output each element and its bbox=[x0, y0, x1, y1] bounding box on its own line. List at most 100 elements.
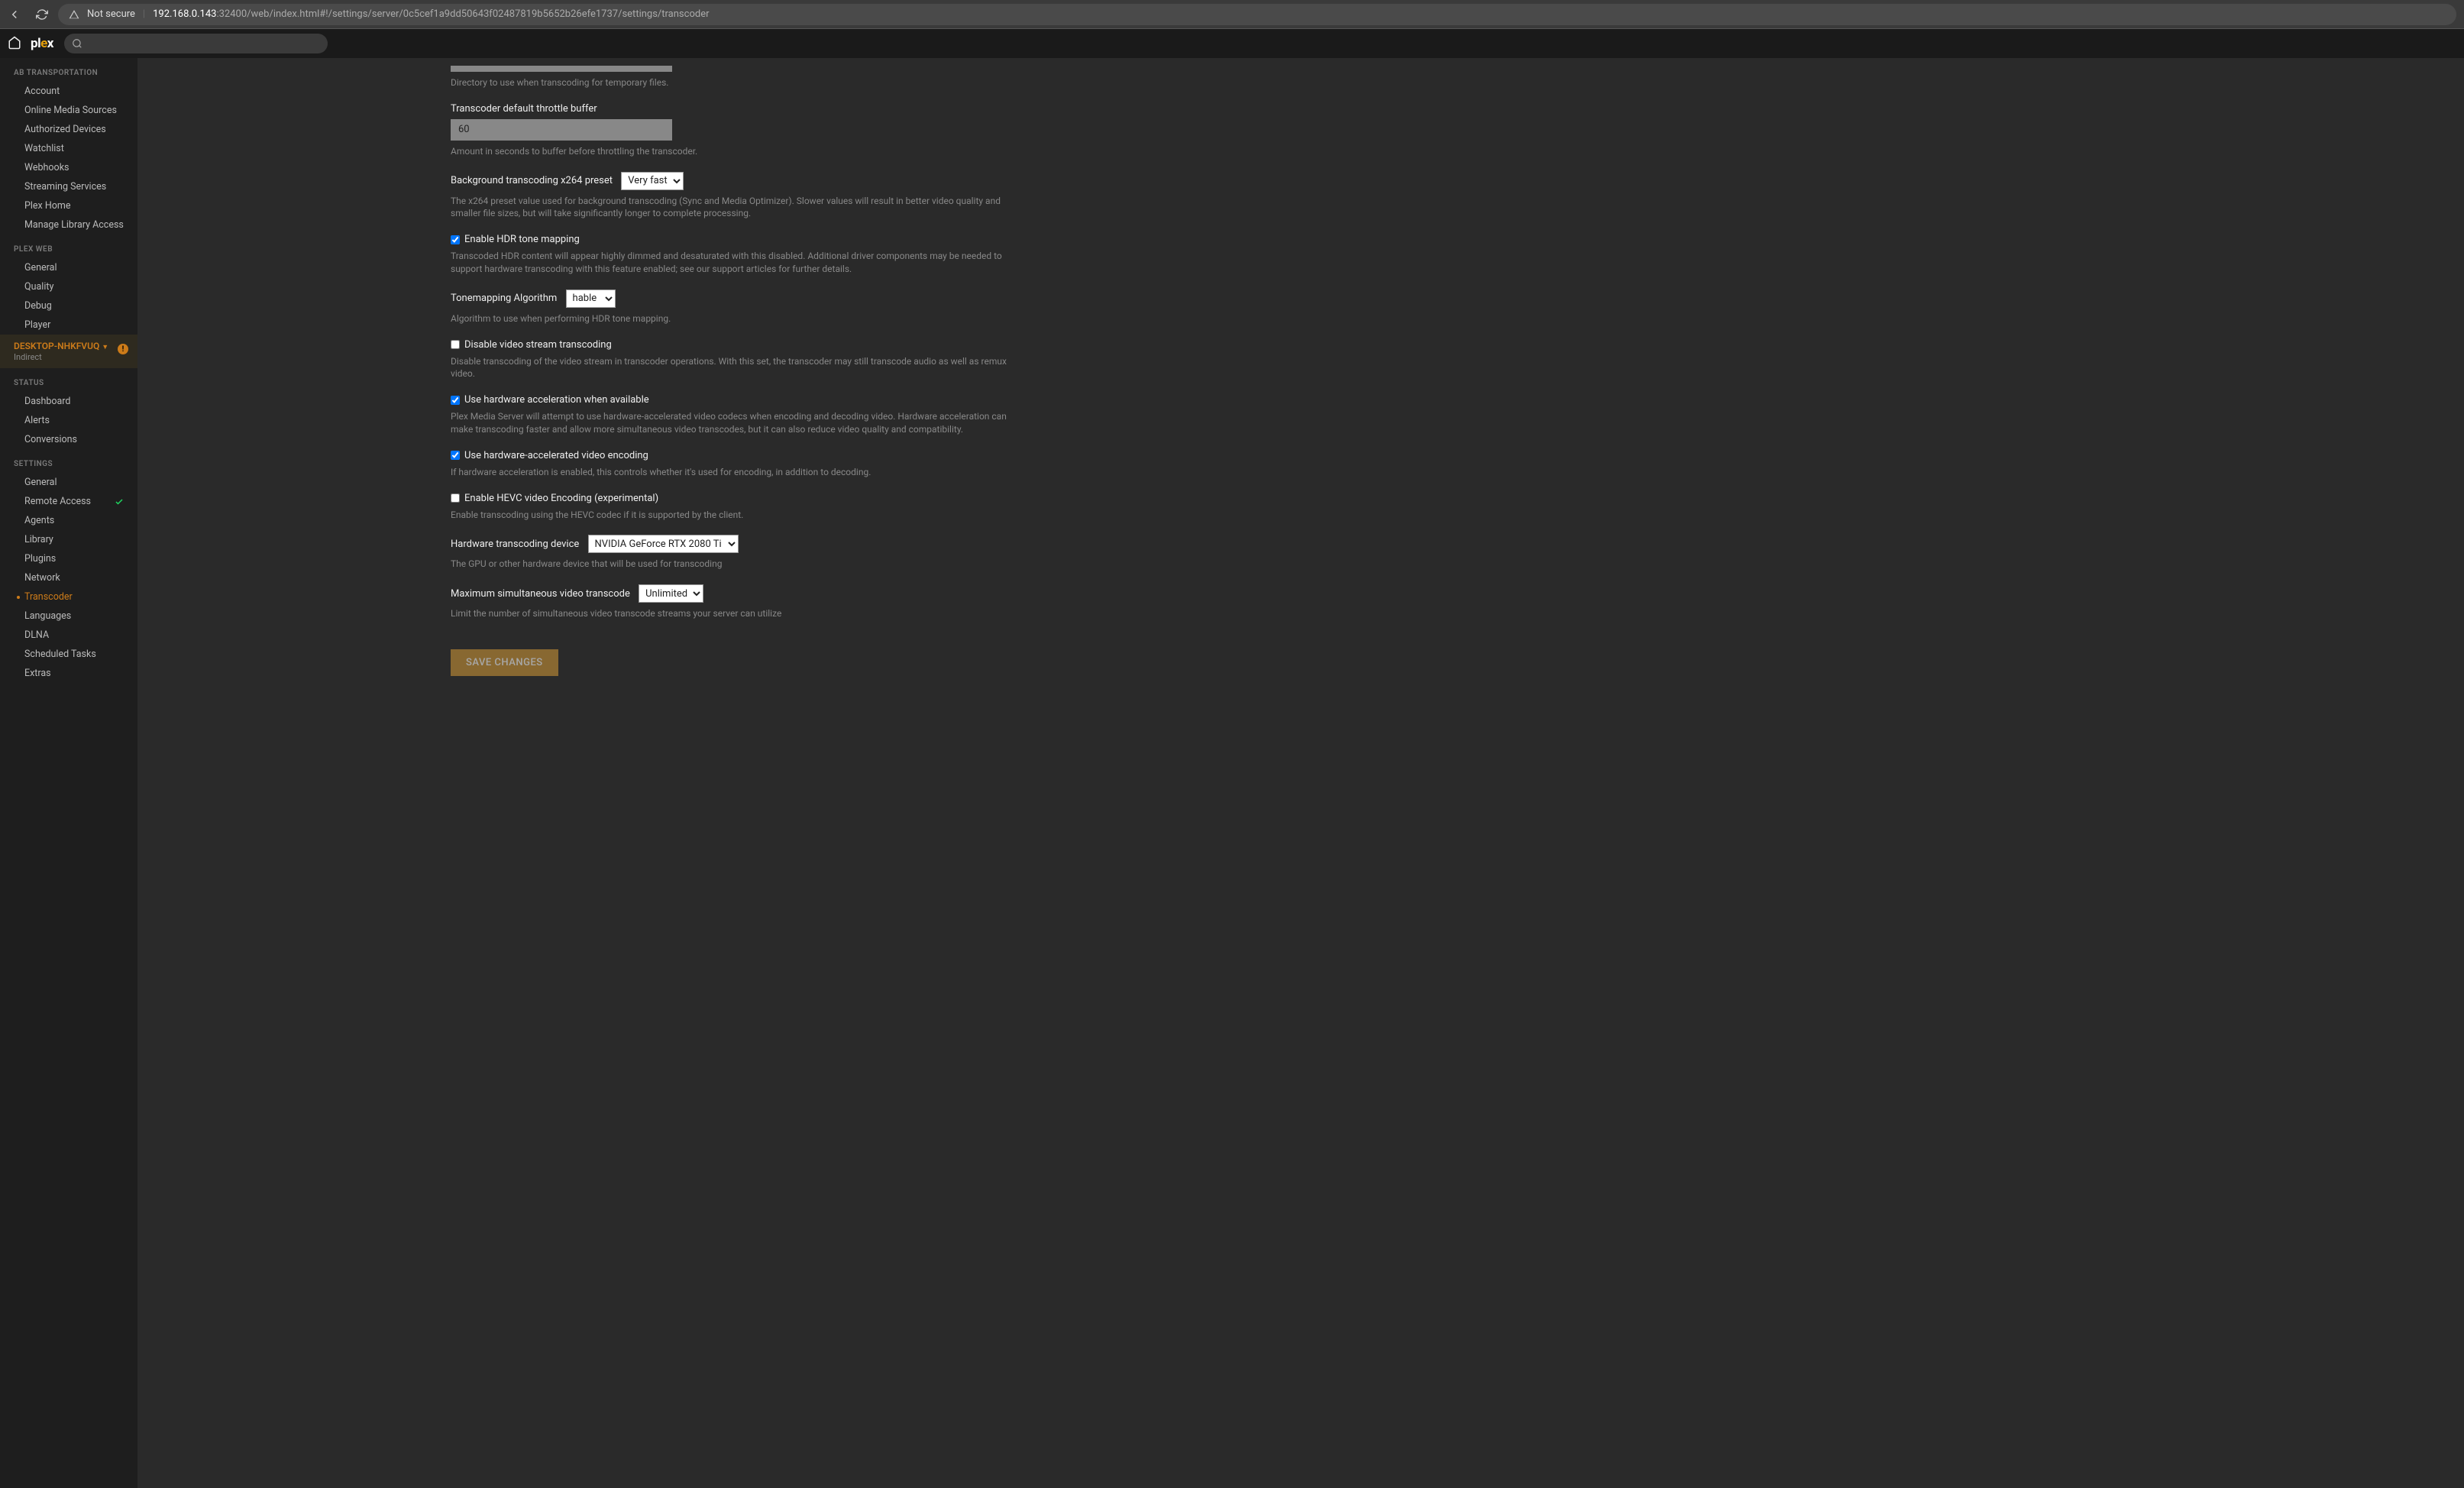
help-text: Algorithm to use when performing HDR ton… bbox=[451, 312, 1023, 325]
url-text: 192.168.0.143:32400/web/index.html#!/set… bbox=[153, 8, 709, 20]
sidebar-item-label: Languages bbox=[24, 610, 71, 622]
tonemap-select[interactable]: hable bbox=[566, 290, 616, 308]
sidebar-item[interactable]: Account bbox=[0, 82, 137, 101]
hw-encode-checkbox[interactable] bbox=[451, 451, 460, 460]
warning-badge-icon: ! bbox=[118, 344, 128, 354]
sidebar-item-label: General bbox=[24, 262, 57, 273]
hdr-label[interactable]: Enable HDR tone mapping bbox=[464, 234, 580, 245]
sidebar: AB TRANSPORTATION AccountOnline Media So… bbox=[0, 58, 137, 1488]
disable-video-label[interactable]: Disable video stream transcoding bbox=[464, 339, 612, 351]
sidebar-item[interactable]: Network bbox=[0, 568, 137, 587]
help-text: The x264 preset value used for backgroun… bbox=[451, 195, 1023, 221]
hevc-label[interactable]: Enable HEVC video Encoding (experimental… bbox=[464, 493, 658, 504]
sidebar-item[interactable]: Languages bbox=[0, 607, 137, 626]
sidebar-item[interactable]: Dashboard bbox=[0, 392, 137, 411]
sidebar-item[interactable]: Authorized Devices bbox=[0, 120, 137, 139]
check-icon bbox=[115, 497, 124, 506]
back-icon[interactable] bbox=[8, 8, 21, 21]
throttle-label: Transcoder default throttle buffer bbox=[451, 103, 1023, 115]
sidebar-item[interactable]: General bbox=[0, 473, 137, 492]
sidebar-item-label: Dashboard bbox=[24, 396, 70, 407]
sidebar-item-label: Conversions bbox=[24, 434, 77, 445]
app-header: plex bbox=[0, 29, 2464, 58]
sidebar-item-label: Plex Home bbox=[24, 200, 71, 212]
sidebar-item[interactable]: Plex Home bbox=[0, 196, 137, 215]
hdr-checkbox[interactable] bbox=[451, 235, 460, 244]
temp-dir-input[interactable] bbox=[451, 66, 672, 72]
disable-video-checkbox[interactable] bbox=[451, 340, 460, 349]
help-text: Enable transcoding using the HEVC codec … bbox=[451, 509, 1023, 522]
sidebar-section-header: PLEX WEB bbox=[0, 235, 137, 258]
sidebar-item-label: Quality bbox=[24, 281, 53, 293]
search-input[interactable] bbox=[64, 34, 328, 53]
sidebar-item-label: Streaming Services bbox=[24, 181, 106, 192]
sidebar-item-label: Manage Library Access bbox=[24, 219, 124, 231]
browser-toolbar: Not secure | 192.168.0.143:32400/web/ind… bbox=[0, 0, 2464, 29]
search-icon bbox=[72, 38, 82, 49]
sidebar-item[interactable]: Remote Access bbox=[0, 492, 137, 511]
sidebar-item-label: Webhooks bbox=[24, 162, 69, 173]
sidebar-item[interactable]: Player bbox=[0, 315, 137, 335]
sidebar-item-label: Authorized Devices bbox=[24, 124, 106, 135]
sidebar-server-item[interactable]: DESKTOP-NHKFVUQ▼ Indirect ! bbox=[0, 335, 137, 368]
help-text: If hardware acceleration is enabled, thi… bbox=[451, 466, 1023, 479]
sidebar-item[interactable]: Alerts bbox=[0, 411, 137, 430]
hw-accel-label[interactable]: Use hardware acceleration when available bbox=[464, 394, 649, 406]
plex-logo[interactable]: plex bbox=[31, 36, 53, 51]
throttle-input[interactable] bbox=[451, 119, 672, 141]
save-changes-button[interactable]: SAVE CHANGES bbox=[451, 649, 558, 676]
sidebar-section-header: STATUS bbox=[0, 368, 137, 392]
sidebar-item[interactable]: Library bbox=[0, 530, 137, 549]
sidebar-item-label: General bbox=[24, 477, 57, 488]
hw-encode-label[interactable]: Use hardware-accelerated video encoding bbox=[464, 450, 648, 461]
sidebar-item[interactable]: Scheduled Tasks bbox=[0, 645, 137, 664]
url-bar[interactable]: Not secure | 192.168.0.143:32400/web/ind… bbox=[58, 4, 2456, 25]
sidebar-item-label: Account bbox=[24, 86, 60, 97]
sidebar-item[interactable]: Quality bbox=[0, 277, 137, 296]
sidebar-item[interactable]: Conversions bbox=[0, 430, 137, 449]
help-text: Limit the number of simultaneous video t… bbox=[451, 607, 1023, 620]
reload-icon[interactable] bbox=[35, 8, 49, 21]
sidebar-item-label: DLNA bbox=[24, 629, 49, 641]
sidebar-item-label: Transcoder bbox=[24, 591, 73, 603]
sidebar-item-label: Alerts bbox=[24, 415, 50, 426]
sidebar-item-label: Player bbox=[24, 319, 50, 331]
warning-icon bbox=[69, 9, 79, 20]
tonemap-label: Tonemapping Algorithm bbox=[451, 293, 557, 304]
bg-preset-select[interactable]: Very fast bbox=[621, 172, 684, 190]
hw-device-select[interactable]: NVIDIA GeForce RTX 2080 Ti bbox=[588, 535, 739, 553]
sidebar-section-header: SETTINGS bbox=[0, 449, 137, 473]
max-transcode-label: Maximum simultaneous video transcode bbox=[451, 588, 630, 600]
sidebar-item[interactable]: DLNA bbox=[0, 626, 137, 645]
hw-device-label: Hardware transcoding device bbox=[451, 539, 579, 550]
sidebar-item[interactable]: Plugins bbox=[0, 549, 137, 568]
home-icon[interactable] bbox=[8, 36, 23, 51]
sidebar-item-label: Online Media Sources bbox=[24, 105, 117, 116]
sidebar-item-label: Debug bbox=[24, 300, 52, 312]
sidebar-item-label: Network bbox=[24, 572, 60, 584]
hevc-checkbox[interactable] bbox=[451, 493, 460, 503]
help-text: Transcoded HDR content will appear highl… bbox=[451, 250, 1023, 276]
sidebar-item[interactable]: Online Media Sources bbox=[0, 101, 137, 120]
max-transcode-select[interactable]: Unlimited bbox=[639, 584, 703, 603]
sidebar-item[interactable]: Transcoder bbox=[0, 587, 137, 607]
sidebar-item[interactable]: Watchlist bbox=[0, 139, 137, 158]
sidebar-item[interactable]: Streaming Services bbox=[0, 177, 137, 196]
help-text: Directory to use when transcoding for te… bbox=[451, 76, 1023, 89]
sidebar-item-label: Remote Access bbox=[24, 496, 91, 507]
help-text: Disable transcoding of the video stream … bbox=[451, 355, 1023, 381]
hw-accel-checkbox[interactable] bbox=[451, 396, 460, 405]
sidebar-item-label: Scheduled Tasks bbox=[24, 649, 96, 660]
not-secure-label: Not secure bbox=[87, 8, 135, 20]
help-text: Plex Media Server will attempt to use ha… bbox=[451, 410, 1023, 436]
sidebar-item[interactable]: General bbox=[0, 258, 137, 277]
sidebar-item[interactable]: Manage Library Access bbox=[0, 215, 137, 235]
sidebar-item[interactable]: Debug bbox=[0, 296, 137, 315]
sidebar-item[interactable]: Webhooks bbox=[0, 158, 137, 177]
sidebar-item-label: Library bbox=[24, 534, 53, 545]
settings-content: Directory to use when transcoding for te… bbox=[137, 58, 2464, 1488]
bg-preset-label: Background transcoding x264 preset bbox=[451, 175, 613, 186]
sidebar-item-label: Watchlist bbox=[24, 143, 64, 154]
sidebar-item[interactable]: Extras bbox=[0, 664, 137, 683]
sidebar-item[interactable]: Agents bbox=[0, 511, 137, 530]
